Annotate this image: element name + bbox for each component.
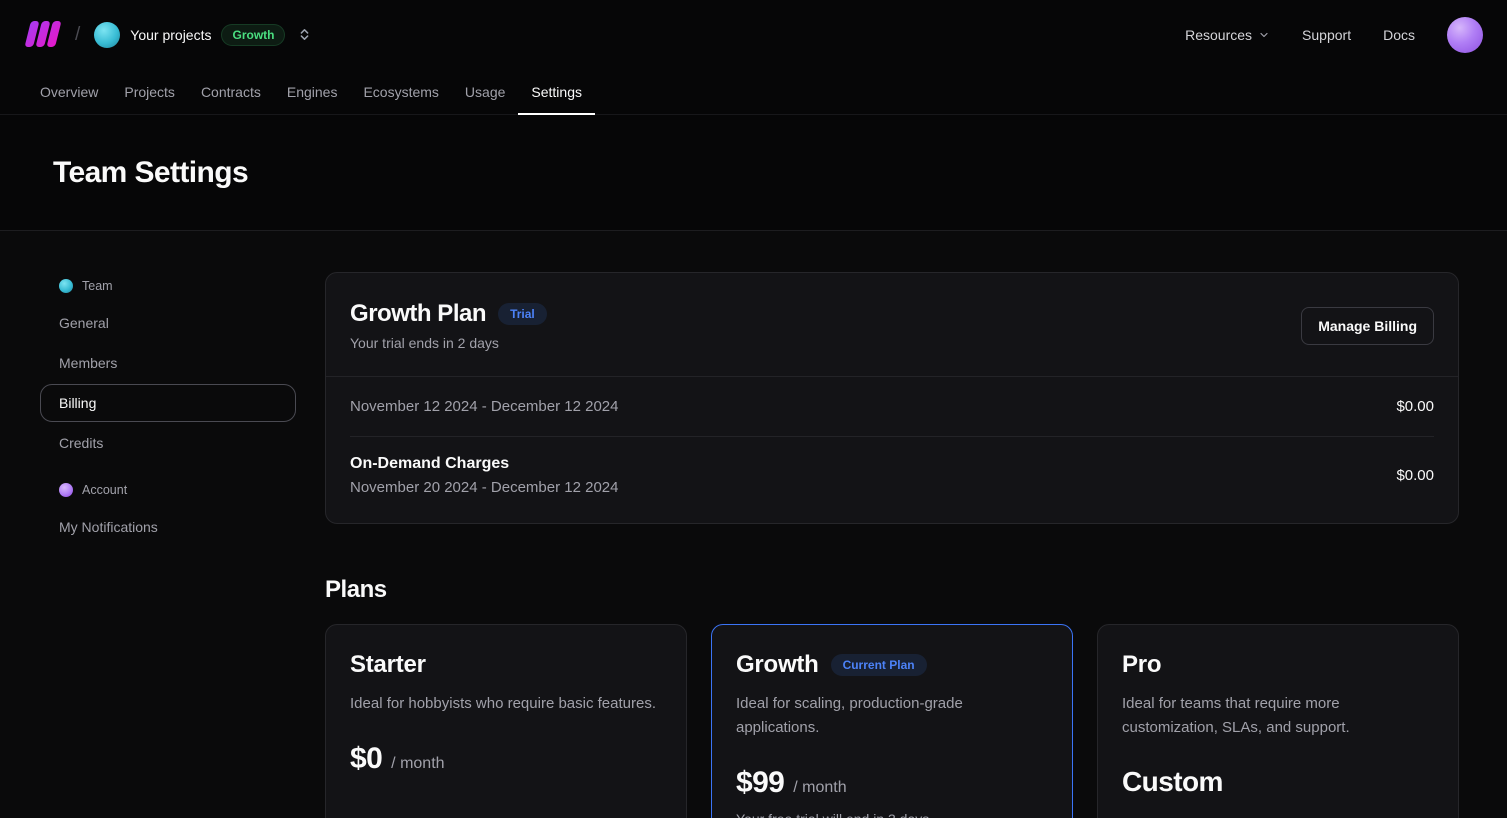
- starter-price-period: / month: [391, 755, 444, 773]
- plan-card-growth: Growth Current Plan Ideal for scaling, p…: [711, 624, 1073, 818]
- growth-title-row: Growth Current Plan: [736, 651, 1048, 679]
- team-avatar: [94, 22, 120, 48]
- nav-link-resources-label: Resources: [1185, 27, 1252, 43]
- tab-projects[interactable]: Projects: [111, 69, 188, 114]
- tab-overview[interactable]: Overview: [27, 69, 111, 114]
- growth-plan-name: Growth: [736, 651, 819, 679]
- growth-price-period: / month: [793, 779, 846, 797]
- on-demand-charges-text: On-Demand Charges November 20 2024 - Dec…: [350, 455, 619, 496]
- on-demand-charges-title: On-Demand Charges: [350, 455, 619, 473]
- tab-ecosystems[interactable]: Ecosystems: [350, 69, 451, 114]
- nav-link-docs[interactable]: Docs: [1383, 27, 1415, 43]
- plan-card-header: Growth Plan Trial Your trial ends in 2 d…: [326, 273, 1458, 376]
- tab-settings[interactable]: Settings: [518, 69, 595, 114]
- starter-plan-name: Starter: [350, 651, 426, 679]
- thirdweb-logo-icon[interactable]: [24, 21, 61, 48]
- sidebar-item-billing[interactable]: Billing: [40, 384, 296, 422]
- tab-usage[interactable]: Usage: [452, 69, 518, 114]
- on-demand-charges-row: On-Demand Charges November 20 2024 - Dec…: [326, 437, 1458, 523]
- billing-period-amount: $0.00: [1396, 398, 1434, 415]
- navbar-right: Resources Support Docs: [1185, 17, 1483, 53]
- plan-title-row: Growth Plan Trial: [350, 300, 547, 328]
- growth-price-row: $99 / month: [736, 766, 1048, 800]
- trial-badge: Trial: [498, 303, 547, 325]
- sidebar-item-members[interactable]: Members: [40, 344, 296, 382]
- chevron-down-icon: [1258, 29, 1270, 41]
- starter-price-row: $0 / month: [350, 742, 662, 776]
- tab-engines[interactable]: Engines: [274, 69, 351, 114]
- starter-plan-description: Ideal for hobbyists who require basic fe…: [350, 692, 662, 716]
- pro-price-row: Custom: [1122, 766, 1434, 798]
- nav-link-docs-label: Docs: [1383, 27, 1415, 43]
- page-title: Team Settings: [53, 156, 248, 190]
- manage-billing-button[interactable]: Manage Billing: [1301, 307, 1434, 345]
- nav-link-resources[interactable]: Resources: [1185, 27, 1270, 43]
- current-plan-card: Growth Plan Trial Your trial ends in 2 d…: [325, 272, 1459, 524]
- navbar-left: / Your projects Growth: [24, 21, 312, 48]
- pro-plan-description: Ideal for teams that require more custom…: [1122, 692, 1434, 740]
- growth-plan-description: Ideal for scaling, production-grade appl…: [736, 692, 1048, 740]
- team-switcher[interactable]: Your projects Growth: [94, 22, 312, 48]
- plan-card-header-text: Growth Plan Trial Your trial ends in 2 d…: [350, 300, 547, 351]
- page-header: Team Settings: [0, 115, 1507, 231]
- pro-title-row: Pro: [1122, 651, 1434, 679]
- current-plan-badge: Current Plan: [831, 654, 927, 676]
- user-avatar[interactable]: [1447, 17, 1483, 53]
- tab-contracts[interactable]: Contracts: [188, 69, 274, 114]
- plan-card-pro: Pro Ideal for teams that require more cu…: [1097, 624, 1459, 818]
- on-demand-charges-amount: $0.00: [1396, 467, 1434, 484]
- plans-grid: Starter Ideal for hobbyists who require …: [325, 624, 1459, 818]
- plans-heading: Plans: [325, 576, 1459, 604]
- on-demand-charges-period: November 20 2024 - December 12 2024: [350, 479, 619, 496]
- main-tabbar: Overview Projects Contracts Engines Ecos…: [0, 69, 1507, 115]
- growth-price: $99: [736, 766, 784, 800]
- settings-content: Team General Members Billing Credits Acc…: [0, 231, 1507, 818]
- billing-period-label: November 12 2024 - December 12 2024: [350, 398, 619, 415]
- sidebar-group-team: Team: [40, 272, 296, 302]
- billing-main: Growth Plan Trial Your trial ends in 2 d…: [325, 272, 1459, 818]
- account-dot-icon: [59, 483, 73, 497]
- pro-plan-name: Pro: [1122, 651, 1161, 679]
- breadcrumb-separator: /: [75, 24, 80, 46]
- billing-period-row: November 12 2024 - December 12 2024 $0.0…: [326, 377, 1458, 436]
- sidebar-item-credits[interactable]: Credits: [40, 424, 296, 462]
- sidebar-group-account-label: Account: [82, 483, 127, 497]
- nav-link-support-label: Support: [1302, 27, 1351, 43]
- team-dot-icon: [59, 279, 73, 293]
- unfold-more-icon[interactable]: [297, 27, 312, 42]
- plan-title: Growth Plan: [350, 300, 486, 328]
- sidebar-group-account: Account: [40, 476, 296, 506]
- sidebar-item-general[interactable]: General: [40, 304, 296, 342]
- trial-ends-note: Your trial ends in 2 days: [350, 335, 547, 351]
- settings-sidebar: Team General Members Billing Credits Acc…: [40, 272, 296, 818]
- team-switcher-label: Your projects: [130, 27, 211, 43]
- top-navbar: / Your projects Growth Resources Support…: [0, 0, 1507, 69]
- team-plan-badge: Growth: [221, 24, 285, 46]
- nav-link-support[interactable]: Support: [1302, 27, 1351, 43]
- growth-trial-note: Your free trial will end in 3 days.: [736, 811, 1048, 818]
- plan-card-starter: Starter Ideal for hobbyists who require …: [325, 624, 687, 818]
- pro-price: Custom: [1122, 766, 1223, 798]
- sidebar-item-my-notifications[interactable]: My Notifications: [40, 508, 296, 546]
- sidebar-group-team-label: Team: [82, 279, 113, 293]
- starter-price: $0: [350, 742, 382, 776]
- starter-title-row: Starter: [350, 651, 662, 679]
